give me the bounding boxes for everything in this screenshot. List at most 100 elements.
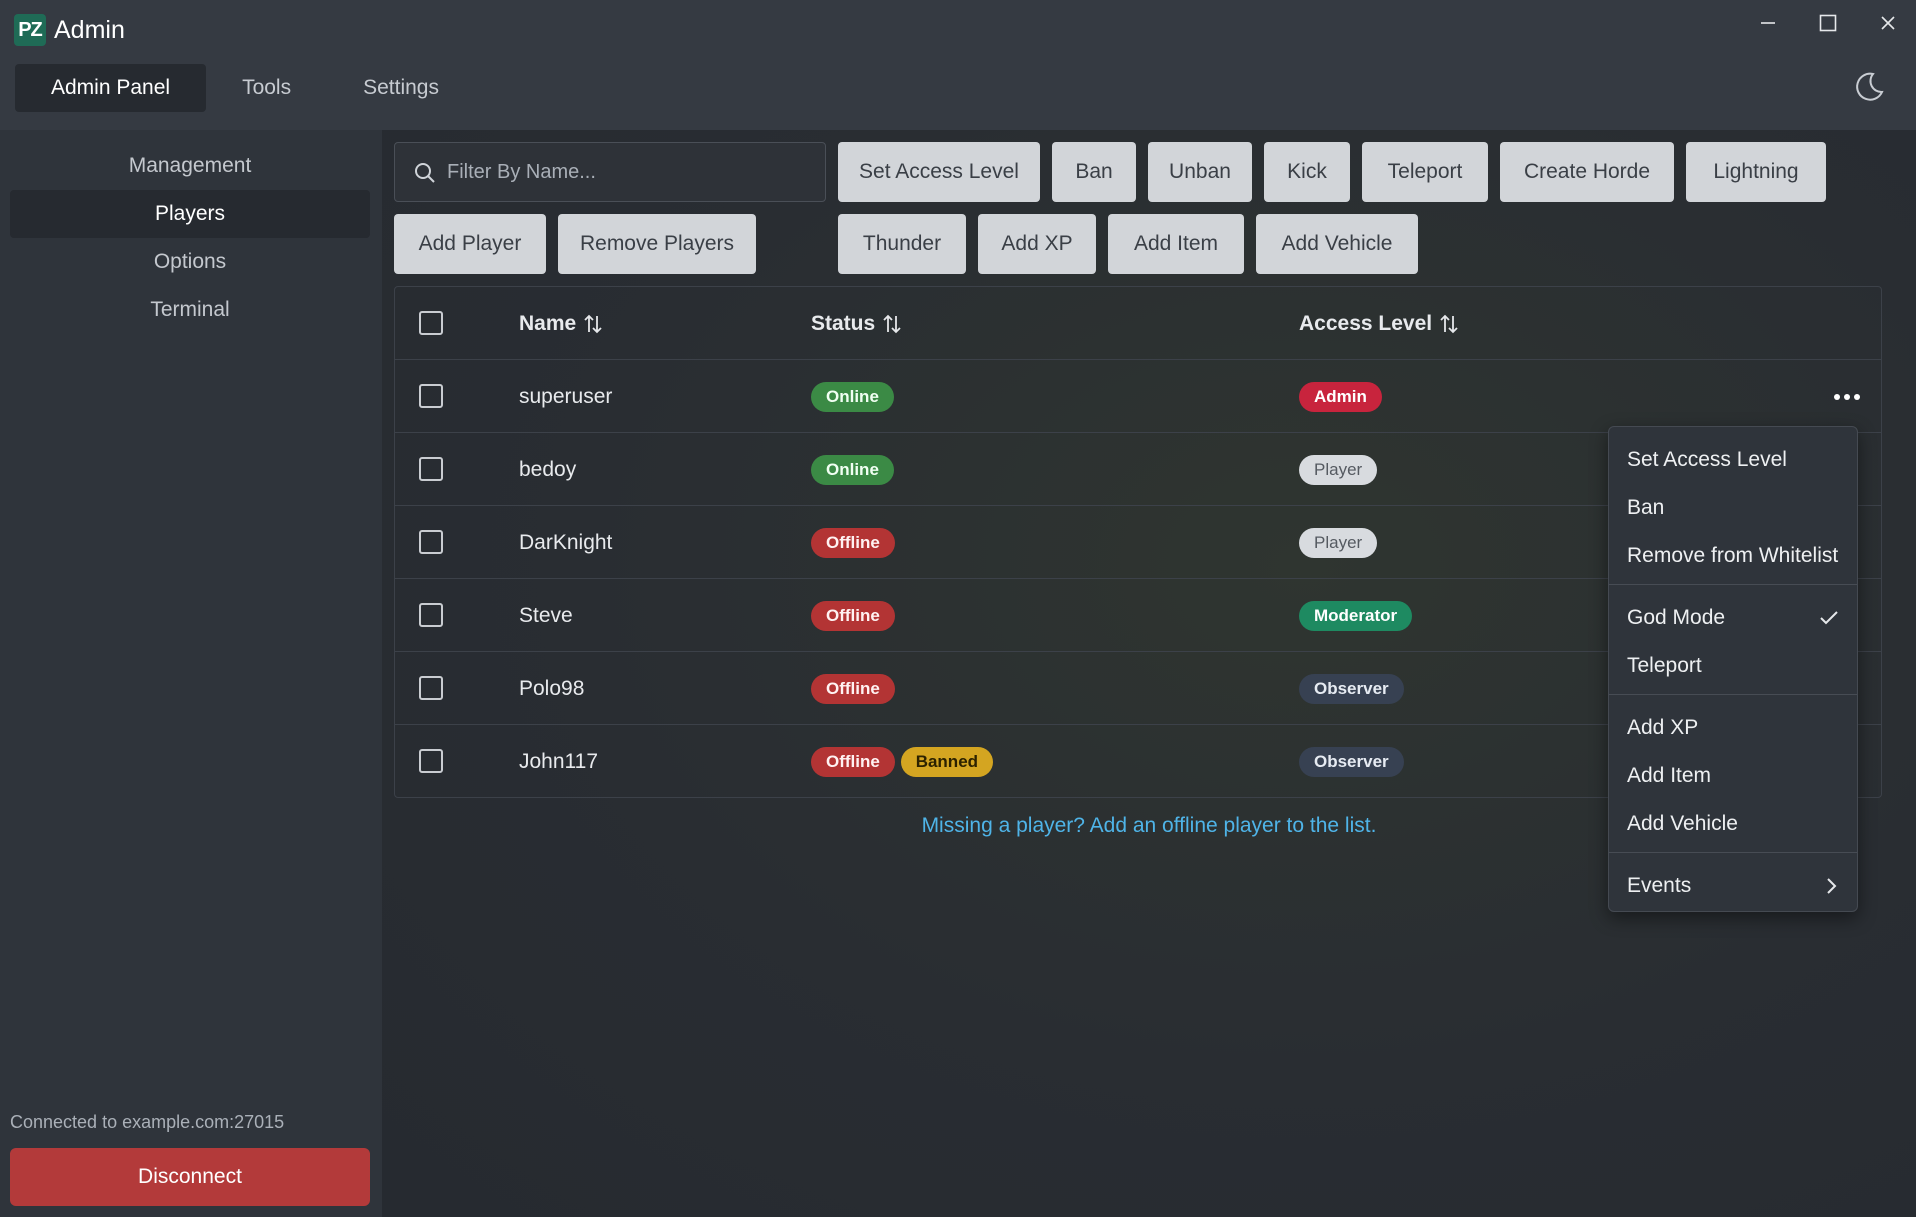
search-icon (415, 163, 435, 183)
menu-item-add-xp[interactable]: Add XP (1609, 705, 1857, 751)
connection-status: Connected to example.com:27015 (10, 1112, 285, 1132)
sidebar-item-players[interactable]: Players (10, 190, 370, 238)
player-name: John117 (519, 750, 599, 773)
access-badge: Player (1299, 528, 1378, 559)
add-player-button[interactable]: Add Player (394, 214, 546, 274)
status-badge: Online (811, 382, 894, 413)
add-item-button[interactable]: Add Item (1108, 214, 1244, 274)
select-all-checkbox[interactable] (419, 311, 443, 335)
status-badge: Offline (811, 528, 895, 559)
row-actions-button[interactable] (1827, 382, 1867, 412)
row-checkbox[interactable] (419, 749, 443, 773)
maximize-icon (1819, 14, 1837, 32)
remove-players-button[interactable]: Remove Players (558, 214, 756, 274)
menu-divider (1609, 584, 1857, 585)
row-checkbox[interactable] (419, 676, 443, 700)
access-cell: Moderator (1299, 579, 1413, 652)
close-button[interactable] (1858, 6, 1916, 40)
sidebar-item-options[interactable]: Options (10, 238, 370, 286)
menu-item-god-mode-label: God Mode (1627, 606, 1726, 629)
status-column-header[interactable]: Status (811, 287, 903, 360)
status-cell: Offline (811, 579, 895, 652)
unban-button[interactable]: Unban (1148, 142, 1252, 202)
banned-badge: Banned (900, 747, 994, 778)
row-checkbox[interactable] (419, 603, 443, 627)
access-badge: Observer (1299, 747, 1404, 778)
access-cell: Player (1299, 506, 1378, 579)
sidebar-item-terminal[interactable]: Terminal (10, 286, 370, 334)
name-column-header[interactable]: Name (519, 287, 604, 360)
lightning-button[interactable]: Lightning (1686, 142, 1826, 202)
search-input[interactable] (447, 143, 817, 201)
chevron-right-icon (1827, 878, 1837, 894)
menu-item-teleport[interactable]: Teleport (1609, 643, 1857, 689)
add-vehicle-button[interactable]: Add Vehicle (1256, 214, 1418, 274)
status-badge: Offline (811, 747, 895, 778)
name-header-label: Name (519, 312, 577, 335)
access-cell: Admin (1299, 360, 1382, 433)
tab-admin-panel[interactable]: Admin Panel (15, 64, 207, 112)
thunder-button[interactable]: Thunder (838, 214, 966, 274)
minimize-icon (1761, 22, 1775, 24)
add-xp-button[interactable]: Add XP (978, 214, 1096, 274)
access-cell: Observer (1299, 652, 1404, 725)
tab-tools[interactable]: Tools (206, 64, 327, 112)
status-cell: Offline Banned (811, 725, 994, 798)
access-badge: Admin (1299, 382, 1382, 413)
status-cell: Offline (811, 652, 895, 725)
status-cell: Online (811, 360, 894, 433)
disconnect-button[interactable]: Disconnect (10, 1148, 370, 1206)
create-horde-button[interactable]: Create Horde (1500, 142, 1674, 202)
moon-icon (1856, 72, 1884, 101)
table-header: Name Status Access Level (395, 287, 1881, 360)
status-badge: Offline (811, 601, 895, 632)
menu-item-add-vehicle[interactable]: Add Vehicle (1609, 801, 1857, 847)
sort-icon (883, 314, 901, 333)
status-badge: Offline (811, 674, 895, 705)
kick-button[interactable]: Kick (1264, 142, 1350, 202)
menu-item-set-access-level[interactable]: Set Access Level (1609, 437, 1857, 483)
table-row[interactable]: superuser Online Admin (395, 360, 1881, 433)
set-access-level-button[interactable]: Set Access Level (838, 142, 1040, 202)
sidebar-item-management[interactable]: Management (10, 142, 370, 190)
status-badge: Online (811, 455, 894, 486)
player-name: Steve (519, 604, 573, 627)
row-checkbox[interactable] (419, 457, 443, 481)
menu-item-ban[interactable]: Ban (1609, 485, 1857, 531)
menu-item-god-mode[interactable]: God Mode (1609, 595, 1857, 641)
close-icon (1881, 16, 1895, 30)
menu-divider (1609, 694, 1857, 695)
menu-item-events[interactable]: Events (1609, 863, 1857, 909)
ban-button[interactable]: Ban (1052, 142, 1136, 202)
menu-item-remove-from-whitelist[interactable]: Remove from Whitelist (1609, 533, 1857, 579)
more-icon (1834, 394, 1860, 400)
player-name: bedoy (519, 458, 577, 481)
app-brand: PZ Admin (14, 14, 125, 46)
theme-toggle-button[interactable] (1852, 70, 1886, 104)
menu-divider (1609, 852, 1857, 853)
access-badge: Moderator (1299, 601, 1413, 632)
teleport-button[interactable]: Teleport (1362, 142, 1488, 202)
minimize-button[interactable] (1738, 6, 1798, 40)
check-icon (1820, 611, 1838, 625)
sort-icon (584, 314, 602, 333)
access-badge: Observer (1299, 674, 1404, 705)
status-cell: Online (811, 433, 894, 506)
access-cell: Player (1299, 433, 1378, 506)
top-nav: Admin Panel Tools Settings (15, 64, 475, 112)
title-bar: PZ Admin Admin Panel Tools Settings (0, 0, 1916, 130)
access-level-header-label: Access Level (1299, 312, 1433, 335)
maximize-button[interactable] (1798, 6, 1858, 40)
search-box[interactable] (394, 142, 826, 202)
sidebar: Management Players Options Terminal (0, 130, 382, 1217)
menu-item-add-item[interactable]: Add Item (1609, 753, 1857, 799)
tab-settings[interactable]: Settings (327, 64, 475, 112)
player-name: DarKnight (519, 531, 613, 554)
row-checkbox[interactable] (419, 384, 443, 408)
sort-icon (1440, 314, 1458, 333)
access-cell: Observer (1299, 725, 1404, 798)
player-name: superuser (519, 385, 613, 408)
access-level-column-header[interactable]: Access Level (1299, 287, 1460, 360)
row-checkbox[interactable] (419, 530, 443, 554)
menu-item-events-label: Events (1627, 874, 1692, 897)
